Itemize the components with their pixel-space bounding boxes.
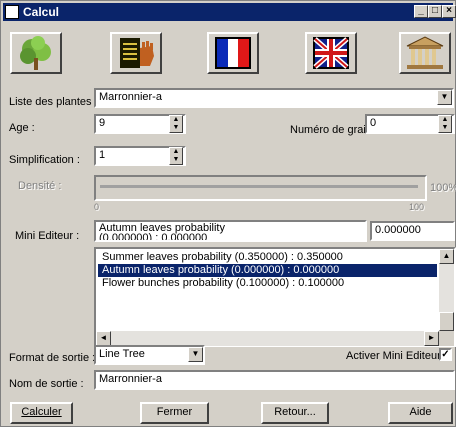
mini-editor-number-input[interactable]: 0.000000 xyxy=(370,221,455,241)
age-label: Age : xyxy=(9,122,35,134)
scroll-thumb-vertical[interactable] xyxy=(439,312,454,331)
list-item[interactable]: Autumn leaves probability (0.000000) : 0… xyxy=(97,263,438,278)
simplification-spinner[interactable]: ▲ ▼ xyxy=(169,147,183,165)
parameter-list[interactable]: Summer leaves probability (0.350000) : 0… xyxy=(94,247,456,347)
retour-button[interactable]: Retour... xyxy=(261,402,329,424)
uk-flag-icon xyxy=(313,37,349,69)
mini-editor-input[interactable]: Autumn leaves probability (0.000000) : 0… xyxy=(94,220,367,242)
aide-button[interactable]: Aide xyxy=(388,402,453,424)
age-spinner[interactable]: ▲ ▼ xyxy=(169,115,183,133)
density-min: 0 xyxy=(94,202,100,212)
scroll-left-button[interactable]: ◄ xyxy=(96,331,111,346)
scroll-corner xyxy=(439,331,454,346)
output-name-label: Nom de sortie : xyxy=(9,378,84,390)
age-value: 9 xyxy=(99,117,106,129)
density-slider[interactable] xyxy=(94,175,427,201)
plant-list-value: Marronnier-a xyxy=(99,91,162,103)
list-item[interactable]: Flower bunches probability (0.100000) : … xyxy=(98,277,437,290)
simplification-value: 1 xyxy=(99,149,106,161)
tree-button[interactable] xyxy=(10,32,62,74)
mini-editor-number-value: 0.000000 xyxy=(375,224,421,236)
horizontal-scrollbar[interactable] xyxy=(96,331,439,346)
density-label: Densité : xyxy=(18,180,62,192)
tree-icon xyxy=(20,36,51,70)
book-button[interactable] xyxy=(110,32,162,74)
mini-editor-toggle-label: Activer Mini Editeur : xyxy=(346,350,447,362)
output-name-input[interactable]: Marronnier-a xyxy=(94,370,455,390)
calcul-window: Calcul _ □ × Liste des plantes: Marronn… xyxy=(0,0,456,427)
fermer-button-label: Fermer xyxy=(156,406,193,418)
calculer-button[interactable]: Calculer xyxy=(10,402,73,424)
french-language-button[interactable] xyxy=(207,32,259,74)
english-language-button[interactable] xyxy=(305,32,357,74)
seed-value: 0 xyxy=(370,117,377,129)
density-slider-fill xyxy=(100,185,418,188)
app-icon xyxy=(5,5,19,19)
plant-list-label: Liste des plantes : xyxy=(9,96,98,108)
output-name-value: Marronnier-a xyxy=(99,373,162,385)
window-title: Calcul xyxy=(23,5,60,19)
mini-editor-checkbox[interactable]: ✓ xyxy=(439,348,452,361)
close-button[interactable]: × xyxy=(442,5,456,18)
title-bar[interactable]: Calcul _ □ × xyxy=(3,3,456,21)
plant-list-dropdown-button[interactable]: ▼ xyxy=(437,90,452,105)
output-format-value: Line Tree xyxy=(99,348,145,360)
french-flag-icon xyxy=(215,37,251,69)
calculer-button-label: Calculer xyxy=(21,406,62,418)
mini-editor-label: Mini Editeur : xyxy=(15,230,80,242)
mini-editor-overflow: (0.000000) : 0.000000 xyxy=(99,232,208,242)
plant-list-select[interactable]: Marronnier-a xyxy=(94,88,454,108)
simplification-label: Simplification : xyxy=(9,154,80,166)
scroll-right-button[interactable]: ► xyxy=(424,331,439,346)
temple-button[interactable] xyxy=(399,32,451,74)
output-format-label: Format de sortie : xyxy=(9,352,96,364)
seed-spinner[interactable]: ▲ ▼ xyxy=(438,115,452,133)
fermer-button[interactable]: Fermer xyxy=(140,402,209,424)
aide-button-label: Aide xyxy=(409,406,432,418)
minimize-button[interactable]: _ xyxy=(414,5,428,18)
book-hand-icon xyxy=(120,38,154,68)
list-item[interactable]: Summer leaves probability (0.350000) : 0… xyxy=(98,251,437,264)
temple-icon xyxy=(406,36,444,69)
maximize-button[interactable]: □ xyxy=(428,5,442,18)
density-max: 100 xyxy=(409,202,425,212)
density-percent: 100% xyxy=(430,182,456,194)
scroll-up-button[interactable]: ▲ xyxy=(439,249,454,264)
output-format-dropdown-button[interactable]: ▼ xyxy=(188,347,203,362)
retour-button-label: Retour... xyxy=(274,406,316,418)
